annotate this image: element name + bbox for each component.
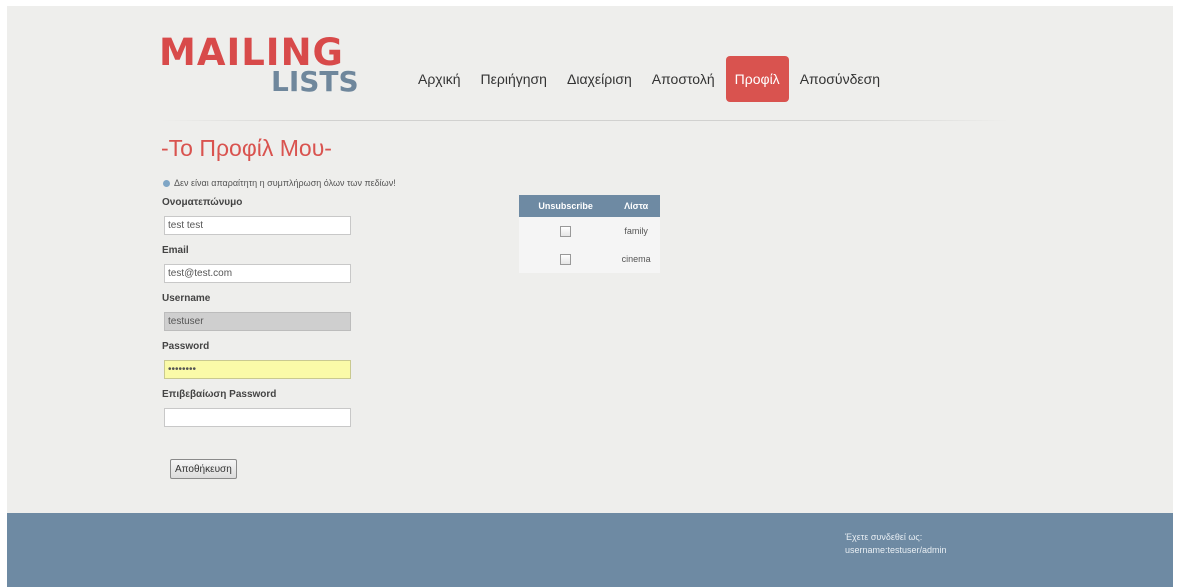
list-column-header: Λίστα (612, 195, 660, 217)
email-label: Email (162, 245, 189, 256)
unsubscribe-cell (519, 245, 612, 273)
table-header-row: Unsubscribe Λίστα (519, 195, 660, 217)
profile-form: Ονοματεπώνυμο Email Username Password Επ… (162, 195, 362, 435)
table-row: cinema (519, 245, 660, 273)
page-title: -Το Προφίλ Μου- (161, 135, 332, 161)
save-button[interactable]: Αποθήκευση (170, 459, 237, 479)
nav-manage[interactable]: Διαχείριση (558, 56, 641, 102)
unsubscribe-column-header: Unsubscribe (519, 195, 613, 217)
fullname-input[interactable] (164, 216, 351, 235)
notice-text: Δεν είναι απαραίτητη η συμπλήρωση όλων τ… (174, 178, 396, 188)
header-divider (159, 120, 1009, 121)
username-label: Username (162, 293, 211, 304)
username-input (164, 312, 351, 331)
nav-send[interactable]: Αποστολή (643, 56, 724, 102)
subscriptions-table: Unsubscribe Λίστα family cinema (519, 195, 660, 273)
footer: Έχετε συνδεθεί ως: username:testuser/adm… (7, 513, 1173, 587)
confirm-password-input[interactable] (164, 408, 351, 427)
confirm-password-label: Επιβεβαίωση Password (162, 389, 277, 400)
unsubscribe-checkbox-cinema[interactable] (560, 253, 572, 265)
email-input[interactable] (164, 264, 351, 283)
main-nav: Αρχική Περιήγηση Διαχείριση Αποστολή Προ… (409, 56, 891, 102)
nav-profile[interactable]: Προφίλ (725, 56, 789, 102)
list-name-cell: cinema (621, 254, 651, 264)
nav-browse[interactable]: Περιήγηση (472, 56, 556, 102)
table-row: family (519, 217, 660, 245)
fullname-label: Ονοματεπώνυμο (162, 197, 243, 208)
password-input[interactable] (164, 360, 351, 379)
site-logo[interactable]: MAILING LISTS (159, 33, 359, 103)
login-status: Έχετε συνδεθεί ως: username:testuser/adm… (845, 531, 947, 557)
logo-text-bottom: LISTS (271, 65, 359, 98)
unsubscribe-checkbox-family[interactable] (560, 225, 572, 237)
info-bullet-icon (163, 179, 170, 187)
password-label: Password (162, 341, 210, 352)
list-name-cell: family (624, 226, 648, 236)
nav-home[interactable]: Αρχική (409, 56, 470, 102)
login-status-line2: username:testuser/admin (845, 545, 947, 555)
form-notice: Δεν είναι απαραίτητη η συμπλήρωση όλων τ… (163, 178, 396, 188)
login-status-line1: Έχετε συνδεθεί ως: (845, 532, 923, 542)
unsubscribe-cell (519, 217, 612, 245)
nav-logout[interactable]: Αποσύνδεση (791, 56, 889, 102)
